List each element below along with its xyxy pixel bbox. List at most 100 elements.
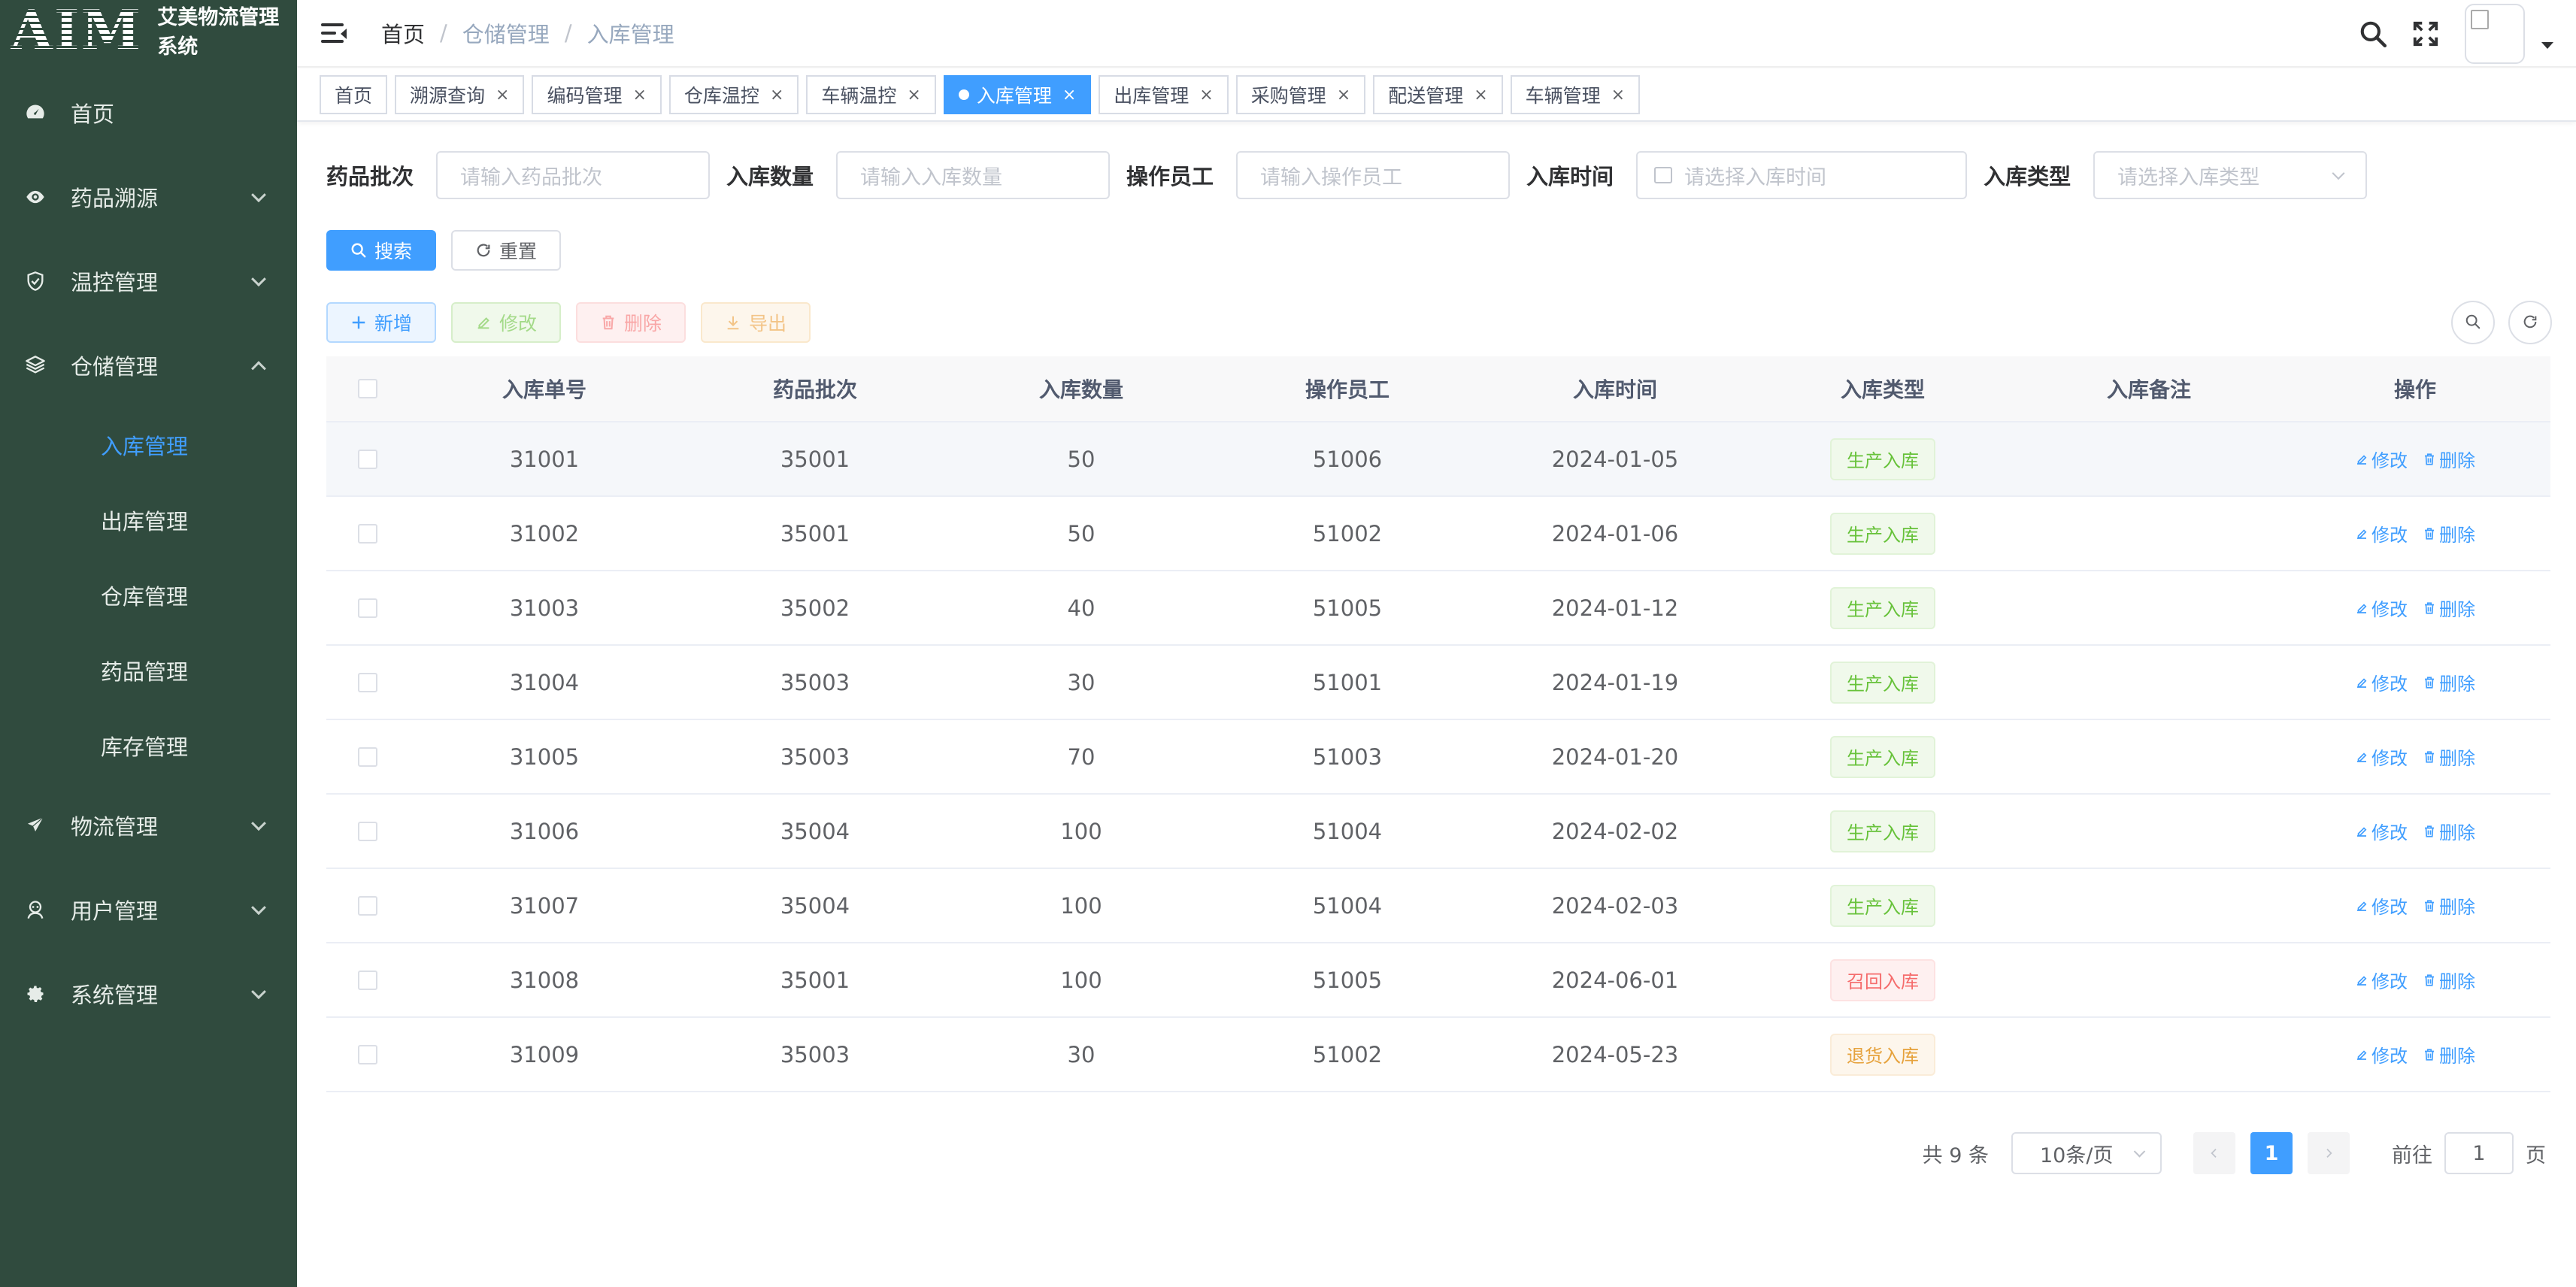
caret-down-icon[interactable]	[2541, 41, 2553, 49]
type-select[interactable]: 请选择入库类型	[2093, 151, 2368, 199]
cell-staff: 51002	[1312, 520, 1383, 547]
sidebar-item-stock-mgmt[interactable]: 库存管理	[0, 708, 297, 783]
row-edit-link[interactable]: 修改	[2355, 669, 2408, 695]
row-edit-link[interactable]: 修改	[2355, 892, 2408, 919]
row-delete-link[interactable]: 删除	[2423, 446, 2475, 472]
row-delete-link[interactable]: 删除	[2423, 818, 2475, 844]
tab-vehicle-temp[interactable]: 车辆温控 ×	[806, 75, 936, 114]
close-icon[interactable]: ×	[1337, 86, 1350, 104]
cell-type: 生产入库	[1747, 869, 2018, 942]
breadcrumb-item[interactable]: 首页	[381, 17, 425, 49]
tab-trace-query[interactable]: 溯源查询 ×	[395, 75, 525, 114]
sidebar-item-outbound[interactable]: 出库管理	[0, 483, 297, 558]
sidebar-item-inbound[interactable]: 入库管理	[0, 407, 297, 483]
row-checkbox[interactable]	[358, 895, 377, 916]
cell-note	[2018, 422, 2280, 495]
staff-input[interactable]: 请输入操作员工	[1236, 151, 1511, 199]
tab-outbound-mgmt[interactable]: 出库管理 ×	[1099, 75, 1229, 114]
close-icon[interactable]: ×	[1062, 86, 1076, 104]
row-delete-link[interactable]: 删除	[2423, 892, 2475, 919]
row-edit-link[interactable]: 修改	[2355, 1041, 2408, 1067]
table-row[interactable]: 31005 35003 70 51003 2024-01-20 生产入库 修改 删除	[326, 720, 2550, 795]
sidebar-item-temperature[interactable]: 温控管理	[0, 239, 297, 323]
tab-inbound-mgmt[interactable]: 入库管理 ×	[943, 75, 1092, 114]
search-icon[interactable]	[2355, 16, 2391, 52]
close-icon[interactable]: ×	[770, 86, 783, 104]
sidebar-item-logistics[interactable]: 物流管理	[0, 783, 297, 868]
avatar[interactable]	[2465, 4, 2525, 64]
close-icon[interactable]: ×	[632, 86, 646, 104]
tab-warehouse-temp[interactable]: 仓库温控 ×	[668, 75, 799, 114]
qty-input[interactable]: 请输入入库数量	[836, 151, 1111, 199]
toggle-search-button[interactable]	[2451, 301, 2495, 344]
table-row[interactable]: 31003 35002 40 51005 2024-01-12 生产入库 修改 删除	[326, 571, 2550, 646]
sidebar-item-warehouse-mgmt[interactable]: 仓库管理	[0, 558, 297, 633]
navbar: 首页 / 仓储管理 / 入库管理	[297, 0, 2576, 68]
tab-delivery-mgmt[interactable]: 配送管理 ×	[1373, 75, 1503, 114]
page-size-select[interactable]: 10条/页	[2011, 1132, 2162, 1174]
table-row[interactable]: 31007 35004 100 51004 2024-02-03 生产入库 修改 删除	[326, 869, 2550, 943]
row-checkbox[interactable]	[358, 449, 377, 469]
tab-code-mgmt[interactable]: 编码管理 ×	[532, 75, 662, 114]
row-edit-link[interactable]: 修改	[2355, 967, 2408, 993]
row-delete-link[interactable]: 删除	[2423, 669, 2475, 695]
table-row[interactable]: 31006 35004 100 51004 2024-02-02 生产入库 修改 删除	[326, 795, 2550, 869]
prev-page-button[interactable]	[2193, 1132, 2235, 1174]
table-row[interactable]: 31009 35003 30 51002 2024-05-23 退货入库 修改 删除	[326, 1018, 2550, 1092]
reset-button[interactable]: 重置	[451, 230, 561, 271]
hamburger-icon[interactable]	[321, 22, 348, 44]
tab-purchase-mgmt[interactable]: 采购管理 ×	[1235, 75, 1366, 114]
next-page-button[interactable]	[2308, 1132, 2350, 1174]
row-delete-link[interactable]: 删除	[2423, 1041, 2475, 1067]
sidebar-item-drug-mgmt[interactable]: 药品管理	[0, 633, 297, 708]
fullscreen-icon[interactable]	[2408, 16, 2444, 52]
row-select-cell	[326, 1018, 409, 1091]
row-delete-link[interactable]: 删除	[2423, 595, 2475, 621]
row-checkbox[interactable]	[358, 523, 377, 544]
row-delete-link[interactable]: 删除	[2423, 967, 2475, 993]
close-icon[interactable]: ×	[1611, 86, 1625, 104]
page-number[interactable]: 1	[2250, 1132, 2293, 1174]
row-checkbox[interactable]	[358, 746, 377, 767]
cell-inbound-id: 31005	[509, 743, 580, 770]
row-delete-link[interactable]: 删除	[2423, 743, 2475, 770]
table-row[interactable]: 31004 35003 30 51001 2024-01-19 生产入库 修改 删除	[326, 646, 2550, 720]
search-button[interactable]: 搜索	[326, 230, 436, 271]
close-icon[interactable]: ×	[1199, 86, 1213, 104]
row-checkbox[interactable]	[358, 672, 377, 692]
time-picker[interactable]: 请选择入库时间	[1636, 151, 1968, 199]
row-delete-link[interactable]: 删除	[2423, 520, 2475, 547]
select-all-checkbox[interactable]	[358, 379, 377, 398]
delete-button[interactable]: 删除	[576, 302, 686, 343]
row-edit-link[interactable]: 修改	[2355, 595, 2408, 621]
row-edit-link[interactable]: 修改	[2355, 520, 2408, 547]
sidebar-item-users[interactable]: 用户管理	[0, 868, 297, 952]
close-icon[interactable]: ×	[496, 86, 509, 104]
table-row[interactable]: 31002 35001 50 51002 2024-01-06 生产入库 修改 删除	[326, 497, 2550, 571]
edit-icon	[2355, 453, 2368, 466]
add-button[interactable]: 新增	[326, 302, 436, 343]
row-edit-link[interactable]: 修改	[2355, 818, 2408, 844]
edit-button[interactable]: 修改	[451, 302, 561, 343]
refresh-button[interactable]	[2508, 301, 2552, 344]
row-checkbox[interactable]	[358, 1044, 377, 1064]
row-edit-link[interactable]: 修改	[2355, 446, 2408, 472]
row-checkbox[interactable]	[358, 598, 377, 618]
export-button[interactable]: 导出	[701, 302, 811, 343]
row-edit-link[interactable]: 修改	[2355, 743, 2408, 770]
tab-home[interactable]: 首页	[320, 75, 388, 114]
sidebar-item-home[interactable]: 首页	[0, 71, 297, 155]
chevron-down-icon	[2133, 1146, 2146, 1158]
table-row[interactable]: 31001 35001 50 51006 2024-01-05 生产入库 修改 删除	[326, 422, 2550, 497]
sidebar-item-trace[interactable]: 药品溯源	[0, 155, 297, 239]
goto-page-input[interactable]: 1	[2444, 1132, 2514, 1174]
close-icon[interactable]: ×	[907, 86, 920, 104]
row-checkbox[interactable]	[358, 970, 377, 990]
sidebar-item-warehouse[interactable]: 仓储管理	[0, 323, 297, 407]
table-row[interactable]: 31008 35001 100 51005 2024-06-01 召回入库 修改 删除	[326, 943, 2550, 1018]
sidebar-item-system[interactable]: 系统管理	[0, 952, 297, 1036]
tab-vehicle-mgmt[interactable]: 车辆管理 ×	[1510, 75, 1641, 114]
batch-input[interactable]: 请输入药品批次	[436, 151, 711, 199]
close-icon[interactable]: ×	[1474, 86, 1487, 104]
row-checkbox[interactable]	[358, 821, 377, 841]
